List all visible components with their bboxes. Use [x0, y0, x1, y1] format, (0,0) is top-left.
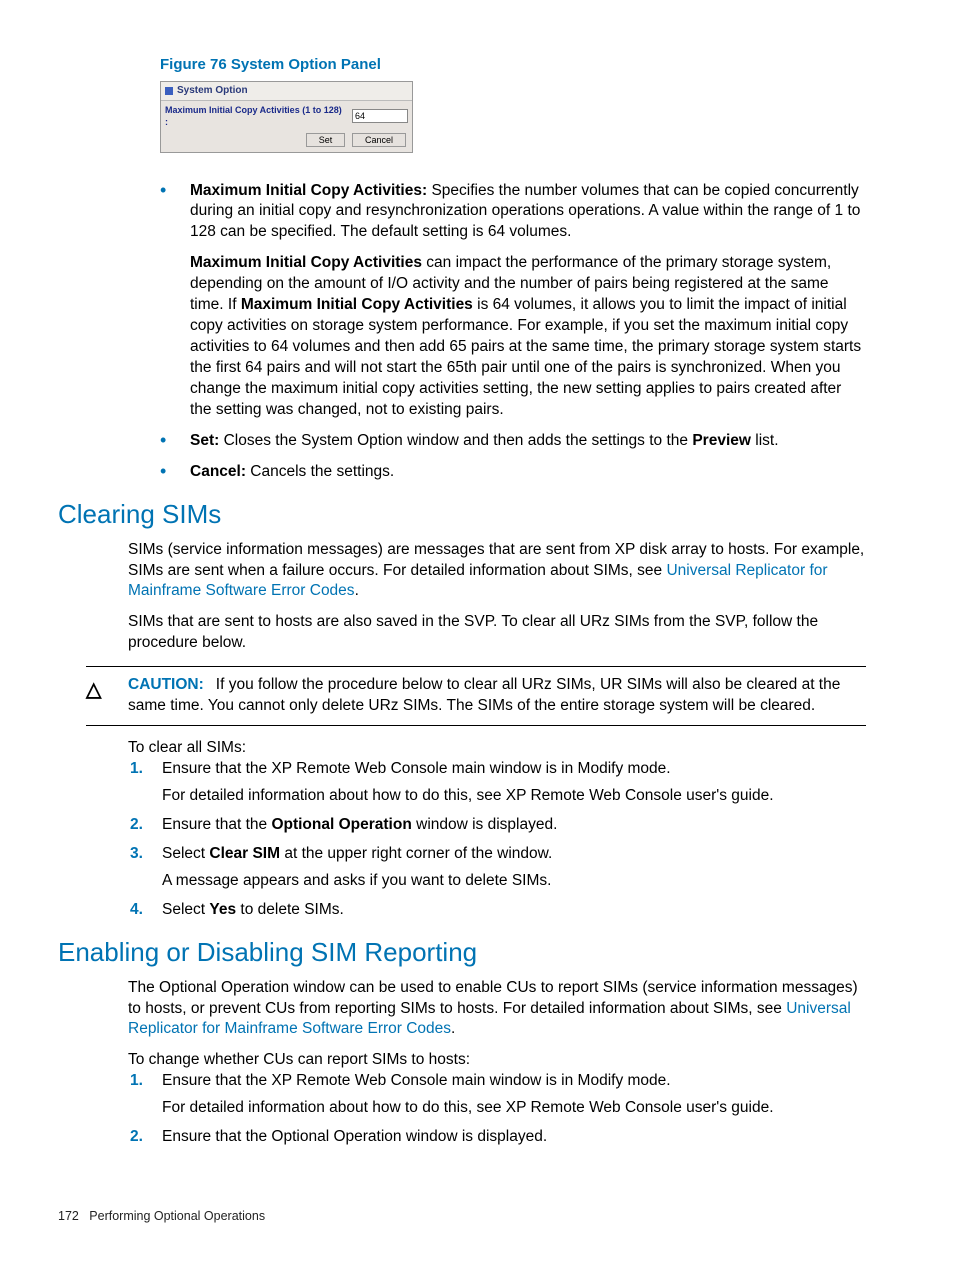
- feature-list: Maximum Initial Copy Activities: Specifi…: [146, 181, 866, 483]
- page-number: 172: [58, 1209, 79, 1223]
- bold-term: Cancel:: [190, 463, 246, 480]
- heading-clearing-sims: Clearing SIMs: [58, 497, 866, 532]
- max-copy-input[interactable]: [352, 109, 408, 123]
- paragraph: SIMs (service information messages) are …: [128, 540, 866, 603]
- steps-enable-sim: Ensure that the XP Remote Web Console ma…: [130, 1071, 866, 1148]
- list-item: Cancel: Cancels the settings.: [146, 462, 866, 483]
- lead-text: To change whether CUs can report SIMs to…: [128, 1050, 866, 1071]
- bold-term: Maximum Initial Copy Activities: [190, 254, 422, 271]
- paragraph: The Optional Operation window can be use…: [128, 978, 866, 1041]
- bold-term: Yes: [209, 901, 236, 918]
- text: .: [355, 582, 359, 599]
- bold-term: Set:: [190, 432, 219, 449]
- step-item: Ensure that the XP Remote Web Console ma…: [130, 1071, 866, 1119]
- bold-term: Preview: [692, 432, 751, 449]
- paragraph: Maximum Initial Copy Activities can impa…: [190, 253, 866, 420]
- page-footer: 172 Performing Optional Operations: [58, 1208, 265, 1225]
- text: Ensure that the XP Remote Web Console ma…: [162, 1072, 671, 1089]
- step-subtext: For detailed information about how to do…: [162, 786, 866, 807]
- list-item: Set: Closes the System Option window and…: [146, 431, 866, 452]
- step-subtext: For detailed information about how to do…: [162, 1098, 866, 1119]
- footer-title: Performing Optional Operations: [89, 1209, 265, 1223]
- text: to delete SIMs.: [236, 901, 344, 918]
- caution-block: △ CAUTION:If you follow the procedure be…: [86, 666, 866, 726]
- bold-term: Optional Operation: [271, 816, 411, 833]
- text: Select: [162, 901, 209, 918]
- text: Cancels the settings.: [246, 463, 394, 480]
- text: is 64 volumes, it allows you to limit th…: [190, 296, 861, 418]
- text: window is displayed.: [412, 816, 558, 833]
- text: Select: [162, 845, 209, 862]
- step-subtext: A message appears and asks if you want t…: [162, 871, 866, 892]
- text: list.: [751, 432, 779, 449]
- text: .: [451, 1020, 455, 1037]
- text: at the upper right corner of the window.: [280, 845, 552, 862]
- caution-text: CAUTION:If you follow the procedure belo…: [128, 675, 866, 717]
- set-button[interactable]: Set: [306, 133, 346, 147]
- figure-caption: Figure 76 System Option Panel: [160, 55, 866, 75]
- heading-enabling-sim-reporting: Enabling or Disabling SIM Reporting: [58, 935, 866, 970]
- text: The Optional Operation window can be use…: [128, 979, 858, 1017]
- caution-icon: △: [86, 675, 128, 704]
- caution-label: CAUTION:: [128, 676, 204, 693]
- text: If you follow the procedure below to cle…: [128, 676, 840, 714]
- bold-term: Maximum Initial Copy Activities: [241, 296, 473, 313]
- text: Closes the System Option window and then…: [219, 432, 692, 449]
- list-item: Maximum Initial Copy Activities: Specifi…: [146, 181, 866, 421]
- bold-term: Maximum Initial Copy Activities:: [190, 182, 427, 199]
- max-copy-label: Maximum Initial Copy Activities (1 to 12…: [165, 104, 346, 128]
- step-item: Ensure that the XP Remote Web Console ma…: [130, 759, 866, 807]
- system-option-panel-screenshot: System Option Maximum Initial Copy Activ…: [160, 81, 413, 152]
- step-item: Ensure that the Optional Operation windo…: [130, 1127, 866, 1148]
- cancel-button[interactable]: Cancel: [352, 133, 406, 147]
- panel-title: System Option: [177, 84, 248, 98]
- steps-clear-sims: Ensure that the XP Remote Web Console ma…: [130, 759, 866, 921]
- step-item: Select Yes to delete SIMs.: [130, 900, 866, 921]
- lead-text: To clear all SIMs:: [128, 738, 866, 759]
- step-item: Ensure that the Optional Operation windo…: [130, 815, 866, 836]
- step-item: Select Clear SIM at the upper right corn…: [130, 844, 866, 892]
- text: Ensure that the Optional Operation windo…: [162, 1128, 547, 1145]
- paragraph: SIMs that are sent to hosts are also sav…: [128, 612, 866, 654]
- panel-icon: [165, 87, 173, 95]
- text: Ensure that the: [162, 816, 271, 833]
- text: Ensure that the XP Remote Web Console ma…: [162, 760, 671, 777]
- bold-term: Clear SIM: [209, 845, 280, 862]
